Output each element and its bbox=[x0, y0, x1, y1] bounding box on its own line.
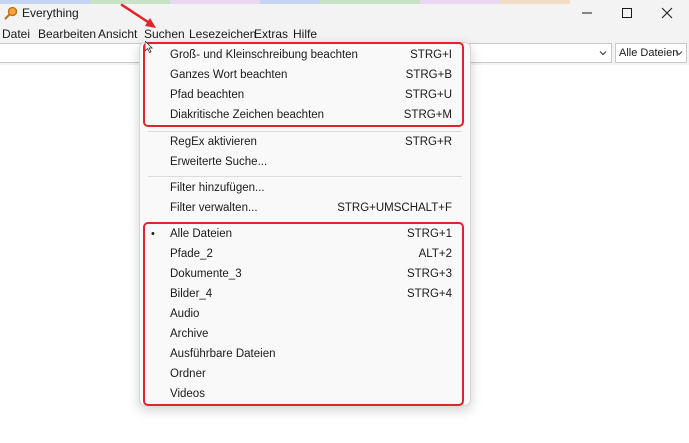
menu-lesezeichen[interactable]: Lesezeichen bbox=[189, 27, 256, 41]
chevron-down-icon[interactable] bbox=[598, 48, 608, 58]
menu-item-regex[interactable]: RegEx aktivieren STRG+R bbox=[140, 132, 470, 152]
menu-separator bbox=[148, 176, 462, 177]
minimize-icon bbox=[582, 12, 592, 14]
maximize-button[interactable] bbox=[607, 0, 647, 26]
magnifier-app-icon bbox=[4, 6, 18, 20]
menu-hilfe[interactable]: Hilfe bbox=[293, 27, 317, 41]
highlight-box-search-options bbox=[143, 42, 464, 127]
menu-bar: Datei Bearbeiten Ansicht Suchen Lesezeic… bbox=[0, 26, 689, 43]
annotation-arrow-icon bbox=[120, 3, 156, 28]
menu-item-advanced-search[interactable]: Erweiterte Suche... bbox=[140, 152, 470, 172]
menu-extras[interactable]: Extras bbox=[254, 27, 288, 41]
chevron-down-icon bbox=[675, 51, 683, 56]
maximize-icon bbox=[622, 8, 632, 18]
highlight-box-filters bbox=[143, 222, 464, 406]
close-button[interactable] bbox=[647, 0, 687, 26]
menu-item-manage-filters[interactable]: Filter verwalten... STRG+UMSCHALT+F bbox=[140, 198, 470, 218]
menu-bearbeiten[interactable]: Bearbeiten bbox=[38, 27, 96, 41]
window-title: Everything bbox=[22, 6, 79, 20]
close-icon bbox=[661, 7, 673, 19]
minimize-button[interactable] bbox=[567, 0, 607, 26]
mouse-cursor-icon bbox=[145, 41, 153, 53]
filter-select[interactable]: Alle Dateien bbox=[615, 43, 687, 63]
menu-datei[interactable]: Datei bbox=[2, 27, 30, 41]
filter-select-value: Alle Dateien bbox=[619, 47, 679, 59]
menu-item-add-filter[interactable]: Filter hinzufügen... bbox=[140, 178, 470, 198]
